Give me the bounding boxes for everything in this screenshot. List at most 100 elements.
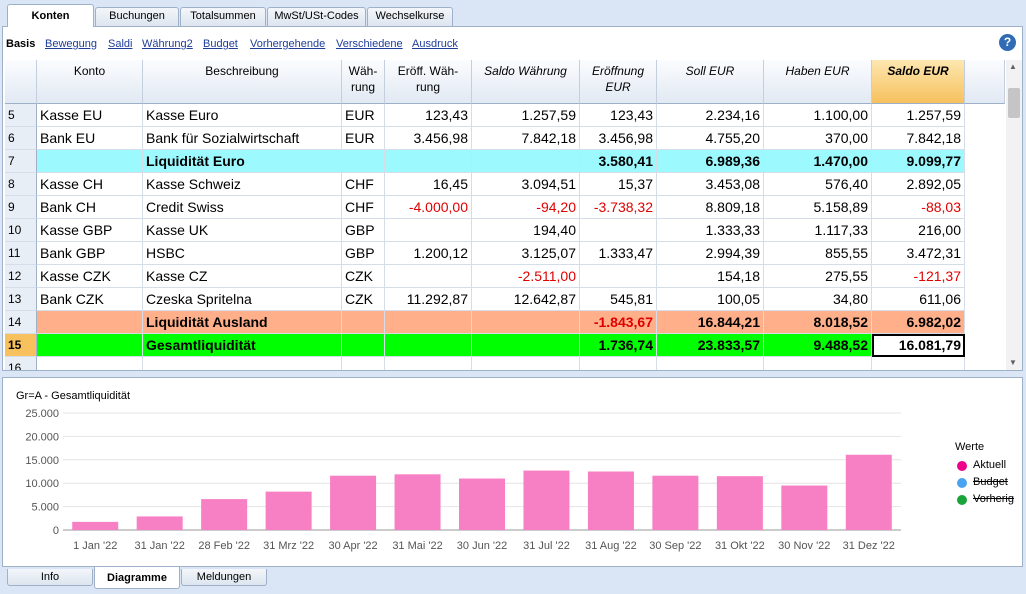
view-link-saldi[interactable]: Saldi <box>108 38 132 50</box>
tab-info[interactable]: Info <box>7 569 93 586</box>
legend-item-vorherig[interactable]: Vorherig <box>957 493 1026 507</box>
cell-haben-eur[interactable]: 1.470,00 <box>764 150 872 173</box>
cell-soll-eur[interactable]: 100,05 <box>657 288 764 311</box>
cell-beschreibung[interactable]: Bank für Sozialwirtschaft <box>143 127 342 150</box>
cell-saldo-eur[interactable]: 7.842,18 <box>872 127 965 150</box>
cell-waehrung[interactable]: GBP <box>342 242 385 265</box>
cell-beschreibung[interactable]: Liquidität Ausland <box>143 311 342 334</box>
cell-saldo-waehrung[interactable]: 1.257,59 <box>472 104 580 127</box>
cell-saldo-waehrung[interactable]: 194,40 <box>472 219 580 242</box>
table-row[interactable]: 7 Liquidität Euro 3.580,41 6.989,36 1.470,00… <box>5 150 1005 173</box>
cell-soll-eur[interactable]: 16.844,21 <box>657 311 764 334</box>
cell-soll-eur[interactable]: 1.333,33 <box>657 219 764 242</box>
cell-saldo-eur[interactable]: 1.257,59 <box>872 104 965 127</box>
cell-eroeffnung-eur[interactable]: 3.456,98 <box>580 127 657 150</box>
table-row[interactable]: 15 Gesamtliquidität 1.736,74 23.833,57 9.488… <box>5 334 1005 357</box>
header-saldo-eur[interactable]: Saldo EUR <box>872 60 965 104</box>
cell-saldo-waehrung[interactable]: 3.125,07 <box>472 242 580 265</box>
header-konto[interactable]: Konto <box>37 60 143 104</box>
view-link-ausdruck[interactable]: Ausdruck <box>412 38 458 50</box>
cell-haben-eur[interactable]: 1.117,33 <box>764 219 872 242</box>
scroll-up-icon[interactable]: ▲ <box>1009 62 1017 71</box>
cell-soll-eur[interactable]: 154,18 <box>657 265 764 288</box>
cell-saldo-waehrung[interactable]: -94,20 <box>472 196 580 219</box>
cell-eroeff-waehrung[interactable]: 1.200,12 <box>385 242 472 265</box>
view-link-waehrung2[interactable]: Währung2 <box>142 38 193 50</box>
cell-eroeff-waehrung[interactable] <box>385 357 472 370</box>
cell-konto[interactable]: Bank CZK <box>37 288 143 311</box>
cell-waehrung[interactable] <box>342 150 385 173</box>
cell-saldo-eur[interactable]: 9.099,77 <box>872 150 965 173</box>
cell-konto[interactable] <box>37 150 143 173</box>
cell-waehrung[interactable] <box>342 311 385 334</box>
cell-beschreibung[interactable]: Kasse CZ <box>143 265 342 288</box>
cell-konto[interactable] <box>37 334 143 357</box>
header-waehrung[interactable]: Wäh- rung <box>342 60 385 104</box>
table-row[interactable]: 12 Kasse CZK Kasse CZ CZK -2.511,00 154,18 275… <box>5 265 1005 288</box>
header-soll-eur[interactable]: Soll EUR <box>657 60 764 104</box>
cell-beschreibung[interactable]: Gesamtliquidität <box>143 334 342 357</box>
cell-haben-eur[interactable]: 34,80 <box>764 288 872 311</box>
legend-item-budget[interactable]: Budget <box>957 476 1026 490</box>
cell-waehrung[interactable]: CZK <box>342 265 385 288</box>
cell-eroeff-waehrung[interactable] <box>385 311 472 334</box>
cell-beschreibung[interactable] <box>143 357 342 370</box>
cell-konto[interactable] <box>37 357 143 370</box>
vertical-scrollbar[interactable]: ▲ ▼ <box>1006 60 1022 370</box>
cell-haben-eur[interactable]: 8.018,52 <box>764 311 872 334</box>
scroll-thumb[interactable] <box>1008 88 1020 118</box>
table-row[interactable]: 10 Kasse GBP Kasse UK GBP 194,40 1.333,33 1.11… <box>5 219 1005 242</box>
cell-eroeff-waehrung[interactable] <box>385 150 472 173</box>
scroll-down-icon[interactable]: ▼ <box>1009 358 1017 367</box>
view-basis[interactable]: Basis <box>6 38 35 50</box>
cell-konto[interactable]: Bank EU <box>37 127 143 150</box>
cell-saldo-waehrung[interactable] <box>472 334 580 357</box>
cell-eroeff-waehrung[interactable]: 3.456,98 <box>385 127 472 150</box>
header-haben-eur[interactable]: Haben EUR <box>764 60 872 104</box>
cell-eroeffnung-eur[interactable]: -3.738,32 <box>580 196 657 219</box>
cell-beschreibung[interactable]: Czeska Spritelna <box>143 288 342 311</box>
cell-saldo-waehrung[interactable]: 3.094,51 <box>472 173 580 196</box>
cell-saldo-waehrung[interactable] <box>472 311 580 334</box>
cell-saldo-eur[interactable]: 3.472,31 <box>872 242 965 265</box>
view-link-budget[interactable]: Budget <box>203 38 238 50</box>
view-link-verschiedene[interactable]: Verschiedene <box>336 38 403 50</box>
cell-haben-eur[interactable]: 1.100,00 <box>764 104 872 127</box>
cell-haben-eur[interactable]: 9.488,52 <box>764 334 872 357</box>
legend-item-aktuell[interactable]: Aktuell <box>957 459 1026 473</box>
cell-konto[interactable]: Kasse EU <box>37 104 143 127</box>
tab-buchungen[interactable]: Buchungen <box>95 7 179 26</box>
header-beschreibung[interactable]: Beschreibung <box>143 60 342 104</box>
header-eroeffnung-eur[interactable]: Eröffnung EUR <box>580 60 657 104</box>
cell-konto[interactable]: Bank CH <box>37 196 143 219</box>
cell-waehrung[interactable]: CZK <box>342 288 385 311</box>
table-row[interactable]: 14 Liquidität Ausland -1.843,67 16.844,21 8.… <box>5 311 1005 334</box>
cell-haben-eur[interactable]: 275,55 <box>764 265 872 288</box>
cell-eroeff-waehrung[interactable]: 11.292,87 <box>385 288 472 311</box>
cell-eroeff-waehrung[interactable]: 123,43 <box>385 104 472 127</box>
cell-beschreibung[interactable]: Kasse UK <box>143 219 342 242</box>
cell-waehrung[interactable]: GBP <box>342 219 385 242</box>
tab-diagramme[interactable]: Diagramme <box>94 567 180 589</box>
cell-konto[interactable]: Kasse CZK <box>37 265 143 288</box>
cell-saldo-waehrung[interactable]: 7.842,18 <box>472 127 580 150</box>
cell-soll-eur[interactable]: 2.994,39 <box>657 242 764 265</box>
tab-wechselkurse[interactable]: Wechselkurse <box>367 7 453 26</box>
cell-saldo-eur[interactable]: 16.081,79 <box>872 334 965 357</box>
table-row[interactable]: 6 Bank EU Bank für Sozialwirtschaft EUR 3.45… <box>5 127 1005 150</box>
help-icon[interactable]: ? <box>999 34 1016 51</box>
cell-saldo-waehrung[interactable]: 12.642,87 <box>472 288 580 311</box>
cell-soll-eur[interactable]: 6.989,36 <box>657 150 764 173</box>
cell-waehrung[interactable] <box>342 357 385 370</box>
view-link-bewegung[interactable]: Bewegung <box>45 38 97 50</box>
cell-eroeff-waehrung[interactable]: 16,45 <box>385 173 472 196</box>
cell-saldo-waehrung[interactable] <box>472 150 580 173</box>
cell-eroeffnung-eur[interactable]: 15,37 <box>580 173 657 196</box>
cell-haben-eur[interactable]: 855,55 <box>764 242 872 265</box>
view-link-vorhergehende[interactable]: Vorhergehende <box>250 38 325 50</box>
cell-saldo-waehrung[interactable]: -2.511,00 <box>472 265 580 288</box>
cell-eroeffnung-eur[interactable]: 123,43 <box>580 104 657 127</box>
cell-saldo-eur[interactable]: 611,06 <box>872 288 965 311</box>
cell-waehrung[interactable]: CHF <box>342 173 385 196</box>
cell-konto[interactable]: Bank GBP <box>37 242 143 265</box>
